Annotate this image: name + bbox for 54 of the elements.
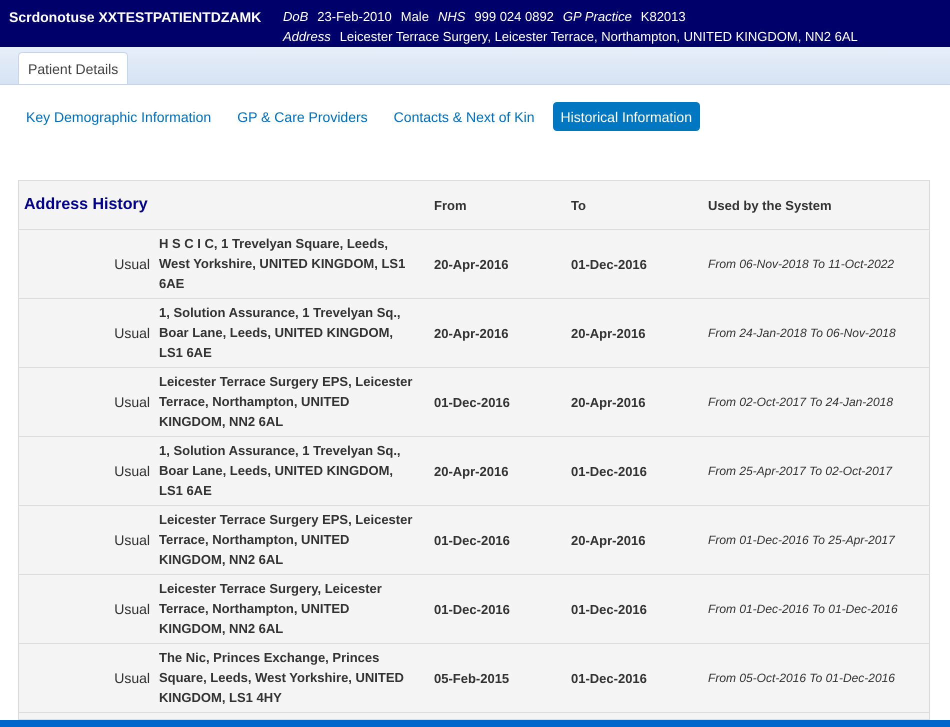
field-label: NHS — [438, 9, 466, 24]
field-value: 23-Feb-2010 — [317, 9, 392, 24]
table-cell-text: 01-Dec-2016 — [570, 602, 648, 616]
field-label: DoB — [283, 9, 308, 24]
table-cell-text: The Nic, Princes Exchange, Princes Square, Leeds, West Yorkshire, UNITED KINGDOM, LS1 4HY — [159, 649, 405, 707]
table-cell-text: 20-Apr-2016 — [570, 326, 646, 340]
table-cell-text: From 01-Dec-2016 To 01-Dec-2016 — [707, 602, 899, 616]
section-tab[interactable]: Contacts & Next of Kin — [386, 102, 543, 131]
field-value: Leicester Terrace Surgery, Leicester Terrace, Northampton, UNITED KINGDOM, NN2 6AL — [340, 29, 858, 44]
section-tab[interactable]: GP & Care Providers — [229, 102, 376, 131]
table-cell-text: 20-Apr-2016 — [433, 256, 510, 272]
table-cell-text: From 02-Oct-2017 To 24-Jan-2018 — [707, 395, 894, 409]
table-cell-text: Leicester Terrace Surgery EPS, Leicester Terrace, Northampton, UNITED KINGDOM, NN2 6AL — [159, 511, 414, 569]
table-cell-text: 01-Dec-2016 — [570, 670, 648, 686]
table-cell-text: 20-Apr-2016 — [433, 326, 510, 340]
table-cell-text: Usual — [113, 532, 151, 548]
table-cell-text: Usual — [113, 463, 151, 479]
table-cell-text: 1, Solution Assurance, 1 Trevelyan Sq., Boar Lane, Leeds, UNITED KINGDOM, LS1 6AE — [159, 304, 402, 362]
table-cell-text: From 05-Oct-2016 To 01-Dec-2016 — [707, 671, 896, 685]
table-cell-text: From 06-Nov-2018 To 11-Oct-2022 — [707, 257, 896, 271]
column-header: To — [570, 198, 587, 212]
table-cell-text: Usual — [113, 256, 151, 272]
section-tab[interactable]: Key Demographic Information — [18, 102, 220, 131]
table-cell-text: 01-Dec-2016 — [433, 532, 511, 548]
table-cell-text: From 25-Apr-2017 To 02-Oct-2017 — [707, 464, 894, 478]
table-cell-text: Leicester Terrace Surgery, Leicester Terrace, Northampton, UNITED KINGDOM, NN2 6AL — [159, 580, 383, 638]
table-cell-text: H S C I C, 1 Trevelyan Square, Leeds, West Yorkshire, UNITED KINGDOM, LS1 6AE — [159, 235, 406, 293]
table-cell-text: From 01-Dec-2016 To 25-Apr-2017 — [707, 533, 896, 547]
field-value: Male — [400, 9, 429, 24]
table-cell-text: Usual — [113, 325, 151, 341]
table-cell-text: Usual — [113, 670, 151, 686]
table-cell-text: 01-Dec-2016 — [570, 464, 648, 478]
table-cell-text: 01-Dec-2016 — [570, 256, 648, 272]
table-cell-text: Usual — [113, 601, 151, 617]
table-cell-text: 01-Dec-2016 — [433, 394, 511, 410]
field-value: K82013 — [640, 9, 686, 24]
field-value: 999 024 0892 — [474, 9, 554, 24]
table-cell-text: 20-Apr-2016 — [570, 394, 646, 410]
table-cell-text: Leicester Terrace Surgery EPS, Leicester Terrace, Northampton, UNITED KINGDOM, NN2 6AL — [159, 373, 414, 431]
table-cell-text: 1, Solution Assurance, 1 Trevelyan Sq., Boar Lane, Leeds, UNITED KINGDOM, LS1 6AE — [159, 442, 402, 500]
table-cell-text: 20-Apr-2016 — [570, 532, 646, 548]
table-cell-text: From 24-Jan-2018 To 06-Nov-2018 — [707, 326, 897, 340]
table-cell-text: 05-Feb-2015 — [433, 670, 510, 686]
field-label: Address — [283, 29, 331, 44]
table-cell-text: 01-Dec-2016 — [433, 602, 511, 616]
column-header: Used by the System — [707, 198, 833, 212]
table-title: Address History — [23, 196, 149, 214]
patient-name: Scrdonotuse XXTESTPATIENTDZAMK — [9, 8, 262, 27]
tab[interactable]: Patient Details — [18, 52, 128, 84]
field-label: GP Practice — [562, 9, 632, 24]
table-cell-text: Usual — [113, 394, 151, 410]
table-cell-text: 20-Apr-2016 — [433, 464, 510, 478]
section-tab[interactable]: Historical Information — [552, 102, 700, 131]
column-header: From — [433, 198, 468, 212]
